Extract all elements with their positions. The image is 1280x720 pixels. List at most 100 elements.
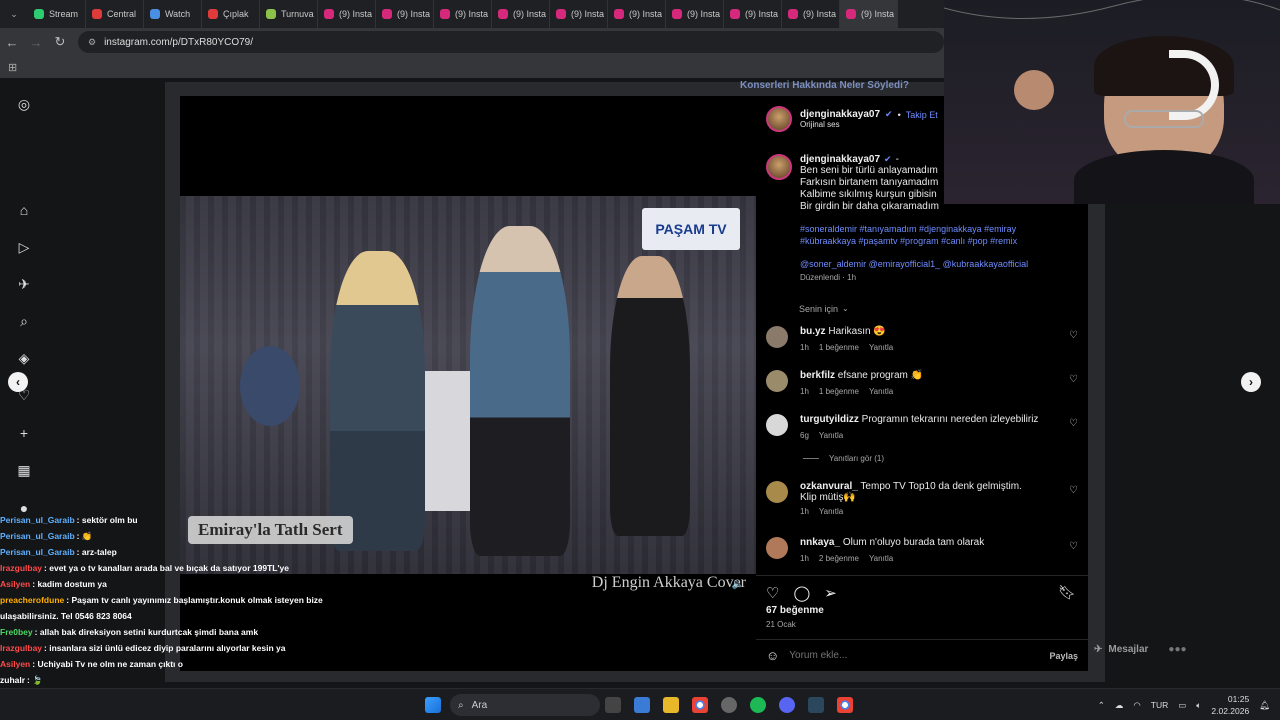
commenter-avatar[interactable] <box>766 537 788 559</box>
comment-username[interactable]: bu.yz <box>800 326 826 337</box>
browser-tab[interactable]: (9) Insta <box>318 0 376 28</box>
follow-button[interactable]: Takip Et <box>906 110 938 120</box>
app-icon[interactable] <box>721 697 737 713</box>
browser-tab[interactable]: (9) Insta <box>608 0 666 28</box>
comment-sort[interactable]: Senin için ⌄ <box>799 304 849 314</box>
chat-username[interactable]: Fre0bey <box>0 627 33 637</box>
chrome-icon[interactable] <box>692 697 708 713</box>
browser-tab[interactable]: (9) Insta <box>376 0 434 28</box>
chat-username[interactable]: Perisan_ul_Garaib <box>0 547 75 557</box>
clock[interactable]: 01:25 2.02.2026 <box>1211 693 1249 717</box>
comment-input[interactable] <box>789 650 1040 661</box>
reply-button[interactable]: Yanıtla <box>819 431 843 440</box>
save-bookmark-icon[interactable]: 🔖︎ <box>1058 584 1076 601</box>
create-icon[interactable]: + <box>16 425 32 441</box>
author-avatar[interactable] <box>766 106 792 132</box>
chat-username[interactable]: Perisan_ul_Garaib <box>0 515 75 525</box>
steam-icon[interactable] <box>808 697 824 713</box>
home-icon[interactable]: ⌂ <box>16 202 32 218</box>
share-post-button[interactable]: Paylaş <box>1049 651 1078 661</box>
messages-pill[interactable]: ✈ Mesajlar ●●● <box>1094 636 1218 662</box>
browser-tab[interactable]: (9) Insta <box>550 0 608 28</box>
like-comment-heart-icon[interactable]: ♡ <box>1069 541 1078 552</box>
comment-username[interactable]: turgutyildizz <box>800 414 859 425</box>
site-info-icon[interactable]: ⚙ <box>88 37 96 48</box>
network-icon[interactable]: ▭ <box>1178 700 1186 711</box>
dashboard-icon[interactable]: ▦ <box>16 462 32 478</box>
chat-username[interactable]: Irazgulbay <box>0 563 42 573</box>
commenter-avatar[interactable] <box>766 414 788 436</box>
like-comment-heart-icon[interactable]: ♡ <box>1069 330 1078 341</box>
start-button-icon[interactable] <box>425 697 441 713</box>
reply-button[interactable]: Yanıtla <box>869 387 893 396</box>
reload-icon[interactable]: ↻ <box>48 30 72 54</box>
browser-tab[interactable]: (9) Insta <box>840 0 898 28</box>
chat-username[interactable]: Asilyen <box>0 579 30 589</box>
chat-username[interactable]: zuhalr <box>0 675 25 685</box>
comment-likes[interactable]: 2 beğenme <box>819 554 859 563</box>
reply-button[interactable]: Yanıtla <box>869 343 893 352</box>
store-icon[interactable] <box>634 697 650 713</box>
url-field[interactable]: ⚙ instagram.com/p/DTxR80YCO79/ <box>78 31 944 53</box>
browser-tab[interactable]: Watch <box>144 0 202 28</box>
reply-button[interactable]: Yanıtla <box>869 554 893 563</box>
share-plane-icon[interactable]: ➢ <box>824 584 837 602</box>
like-count[interactable]: 67 beğenme <box>766 605 824 616</box>
spotify-icon[interactable] <box>750 697 766 713</box>
cloud-icon[interactable]: ☁ <box>1115 700 1124 711</box>
notifications-icon[interactable]: 🔔︎ <box>1259 700 1270 711</box>
instagram-logo-icon[interactable]: ◎ <box>16 96 32 112</box>
tab-search-icon[interactable]: ⌄ <box>0 0 28 28</box>
like-comment-heart-icon[interactable]: ♡ <box>1069 485 1078 496</box>
apps-grid-icon[interactable]: ⊞ <box>8 61 17 74</box>
commenter-avatar[interactable] <box>766 326 788 348</box>
comment-likes[interactable]: 1 beğenme <box>819 343 859 352</box>
prev-post-arrow-icon[interactable]: ‹ <box>8 372 28 392</box>
back-icon[interactable]: ← <box>0 30 24 54</box>
tray-overflow-icon[interactable]: ⌃ <box>1098 700 1105 711</box>
explore-icon[interactable]: ◈ <box>16 350 32 366</box>
browser-tab[interactable]: (9) Insta <box>492 0 550 28</box>
emoji-icon[interactable]: ☺ <box>766 648 779 663</box>
commenter-avatar[interactable] <box>766 481 788 503</box>
reels-icon[interactable]: ▷ <box>16 239 32 255</box>
comment-username[interactable]: nnkaya_ <box>800 537 840 548</box>
task-view-icon[interactable] <box>605 697 621 713</box>
browser-tab[interactable]: (9) Insta <box>666 0 724 28</box>
direct-icon[interactable]: ✈ <box>16 276 32 292</box>
mute-icon[interactable]: 🔈 <box>732 579 744 590</box>
language-indicator[interactable]: TUR <box>1151 700 1168 710</box>
search-icon[interactable]: ⌕ <box>16 313 32 329</box>
browser-tab[interactable]: Central <box>86 0 144 28</box>
like-comment-heart-icon[interactable]: ♡ <box>1069 374 1078 385</box>
file-explorer-icon[interactable] <box>663 697 679 713</box>
comment-username[interactable]: berkfilz <box>800 370 835 381</box>
wifi-icon[interactable]: ◠ <box>1133 700 1140 711</box>
chat-username[interactable]: Asilyen <box>0 659 30 669</box>
caption-author-avatar[interactable] <box>766 154 792 180</box>
volume-icon[interactable]: 🔈︎ <box>1196 700 1201 711</box>
chrome-active-icon[interactable] <box>837 697 853 713</box>
view-replies[interactable]: Yanıtları gör (1) <box>803 454 884 463</box>
chat-username[interactable]: preacherofdune <box>0 595 64 605</box>
caption-mentions[interactable]: @soner_aldemir @emirayofficial1_ @kubraa… <box>800 259 1062 269</box>
comment-username[interactable]: ozkanvural_ <box>800 481 858 492</box>
like-heart-icon[interactable]: ♡ <box>766 584 779 602</box>
comment-bubble-icon[interactable]: ◯ <box>793 584 810 602</box>
taskbar-search[interactable]: ⌕ Ara <box>450 694 600 716</box>
browser-tab[interactable]: (9) Insta <box>782 0 840 28</box>
commenter-avatar[interactable] <box>766 370 788 392</box>
forward-icon[interactable]: → <box>24 30 48 54</box>
discord-icon[interactable] <box>779 697 795 713</box>
caption-username[interactable]: djenginakkaya07 <box>800 154 880 165</box>
author-username[interactable]: djenginakkaya07 <box>800 109 880 120</box>
comment-likes[interactable]: 1 beğenme <box>819 387 859 396</box>
like-comment-heart-icon[interactable]: ♡ <box>1069 418 1078 429</box>
next-post-arrow-icon[interactable]: › <box>1241 372 1261 392</box>
chat-username[interactable]: Perisan_ul_Garaib <box>0 531 75 541</box>
browser-tab[interactable]: Stream <box>28 0 86 28</box>
reply-button[interactable]: Yanıtla <box>819 507 843 516</box>
browser-tab[interactable]: Çıplak <box>202 0 260 28</box>
browser-tab[interactable]: Turnuva <box>260 0 318 28</box>
caption-hashtags[interactable]: #soneraldemir #tanıyamadım #djenginakkay… <box>800 223 1062 247</box>
